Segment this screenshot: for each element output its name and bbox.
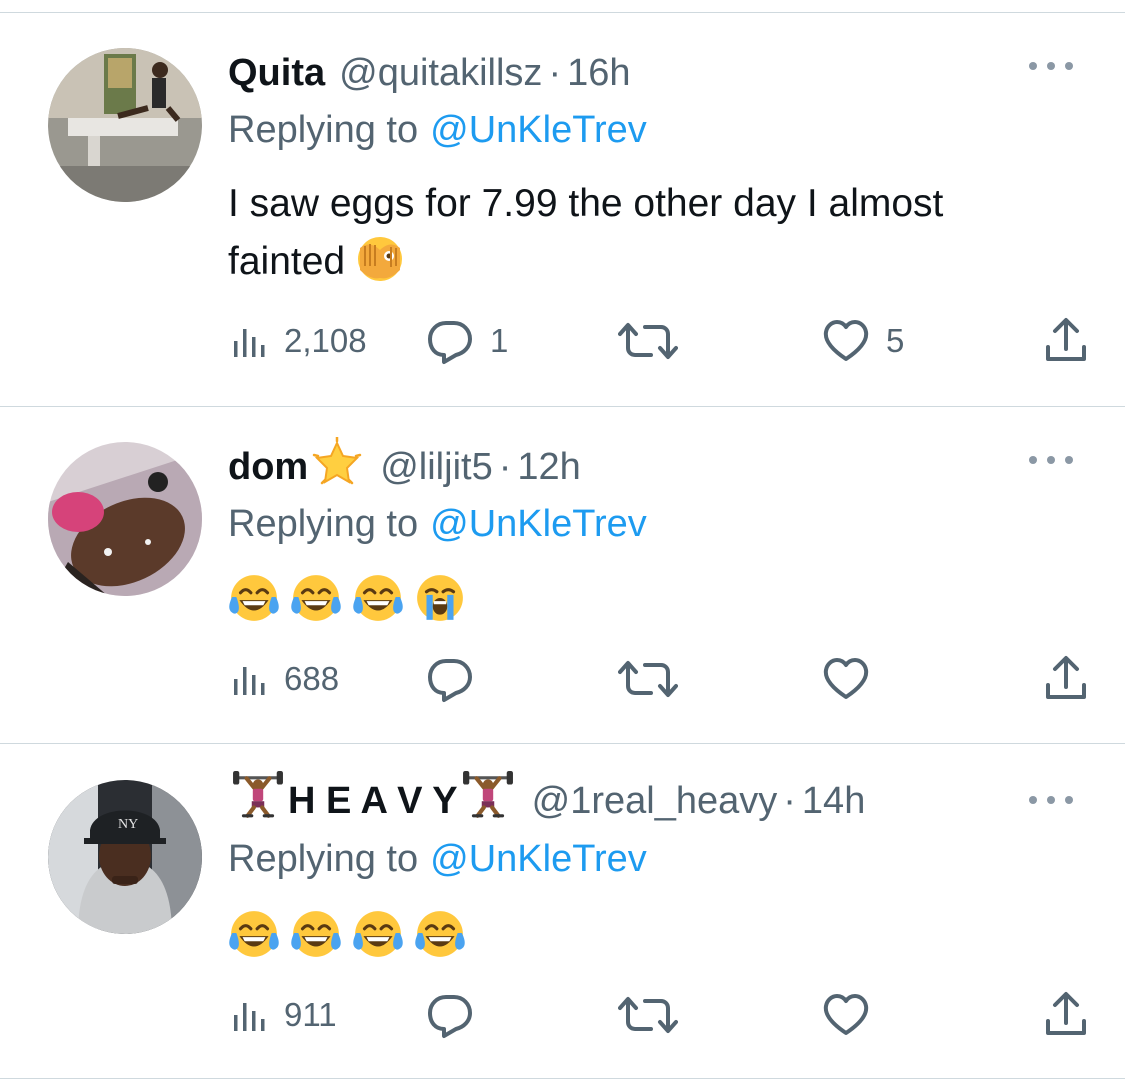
separator: · [498,445,512,488]
display-name[interactable]: dom [228,437,366,497]
more-dots-icon[interactable] [1029,56,1073,76]
handle[interactable]: @1real_heavy [532,780,778,823]
display-name[interactable]: H E A V Y [228,770,518,832]
tweet-header: H E A V Y @1real_heavy · 14h [228,776,865,826]
tweet-divider [0,406,1125,407]
reply-button[interactable] [426,654,474,704]
tweet-header: dom @liljit5 · 12h [228,442,581,492]
action-bar: 688 [228,654,1098,704]
timestamp[interactable]: 16h [567,52,630,95]
face-with-tears-of-joy-icon [352,572,404,624]
face-with-tears-of-joy-icon [414,908,466,960]
mention-link[interactable]: @UnKleTrev [430,109,647,152]
bottom-divider [0,1078,1125,1079]
speech-bubble-icon [426,991,474,1039]
bar-chart-icon [228,659,268,699]
views-count: 911 [284,996,337,1033]
speech-bubble-icon [426,655,474,703]
more-dots-icon[interactable] [1029,450,1073,470]
tweet-text-word: fainted [228,240,346,283]
retweet-button[interactable] [618,316,678,366]
face-with-open-eyes-and-hand-over-mouth-icon [355,234,405,284]
mention-link[interactable]: @UnKleTrev [430,503,647,546]
avatar[interactable] [48,48,202,202]
share-button[interactable] [1042,990,1090,1040]
bar-chart-icon [228,321,268,361]
tweet-divider [0,743,1125,744]
face-with-tears-of-joy-icon [228,908,280,960]
tweet-quita[interactable]: Quita @quitakillsz · 16h Replying to @Un… [0,48,1125,388]
display-name-text: H E A V Y [288,779,458,822]
weightlifter-icon [232,770,284,832]
tweet-text: I saw eggs for 7.99 the other day I almo… [228,175,1088,291]
replying-to: Replying to @UnKleTrev [228,499,647,549]
retweet-button[interactable] [618,654,678,704]
views-count: 2,108 [284,322,367,359]
like-count: 5 [886,322,905,359]
face-with-tears-of-joy-icon [290,572,342,624]
replying-to: Replying to @UnKleTrev [228,105,647,155]
timestamp[interactable]: 12h [517,446,580,489]
reply-button[interactable] [426,990,474,1040]
separator: · [783,779,796,822]
tweet-text-line: I saw eggs for 7.99 the other day I almo… [228,182,944,225]
replying-prefix: Replying to [228,108,419,151]
views-count: 688 [284,660,340,697]
tweet-dom[interactable]: dom @liljit5 · 12h Replying to @UnKleTre… [0,442,1125,722]
mention-link[interactable]: @UnKleTrev [430,838,647,881]
display-name-text: dom [228,445,309,488]
face-with-tears-of-joy-icon [228,572,280,624]
heart-icon [822,655,870,703]
retweet-icon [618,655,678,703]
replying-prefix: Replying to [228,837,419,880]
share-button[interactable] [1042,316,1090,366]
action-bar: 2,108 1 5 [228,316,1098,366]
replying-to: Replying to @UnKleTrev [228,834,647,884]
display-name[interactable]: Quita [228,52,325,95]
tweet-text-line-2: fainted [228,233,1088,291]
retweet-button[interactable] [618,990,678,1040]
retweet-icon [618,317,678,365]
tweet-emojis [228,572,466,624]
separator: · [548,51,562,94]
reply-count: 1 [490,322,509,359]
share-icon [1042,317,1090,365]
share-icon [1042,655,1090,703]
glowing-star-icon [312,437,362,497]
views-button[interactable]: 688 [228,654,339,704]
tweet-heavy[interactable]: NY H E A V Y @1real_heavy · 14h Replying… [0,776,1125,1056]
bar-chart-icon [228,995,268,1035]
top-divider [0,12,1125,13]
timestamp[interactable]: 14h [802,780,865,823]
handle[interactable]: @liljit5 [380,446,492,489]
more-dots-icon[interactable] [1029,790,1073,810]
views-button[interactable]: 911 [228,990,337,1040]
weightlifter-icon [462,770,514,832]
face-with-tears-of-joy-icon [290,908,342,960]
like-button[interactable]: 5 [822,316,904,366]
handle[interactable]: @quitakillsz [339,52,542,95]
tweet-header: Quita @quitakillsz · 16h [228,48,631,98]
like-button[interactable] [822,990,870,1040]
avatar[interactable]: NY [48,780,202,934]
action-bar: 911 [228,990,1098,1040]
views-button[interactable]: 2,108 [228,316,367,366]
speech-bubble-icon [426,317,474,365]
tweet-emojis [228,908,466,960]
replying-prefix: Replying to [228,502,419,545]
heart-icon [822,317,870,365]
heart-icon [822,991,870,1039]
share-button[interactable] [1042,654,1090,704]
share-icon [1042,991,1090,1039]
retweet-icon [618,991,678,1039]
reply-button[interactable]: 1 [426,316,508,366]
like-button[interactable] [822,654,870,704]
avatar[interactable] [48,442,202,596]
loudly-crying-face-icon [414,572,466,624]
face-with-tears-of-joy-icon [352,908,404,960]
svg-text:NY: NY [118,817,138,832]
